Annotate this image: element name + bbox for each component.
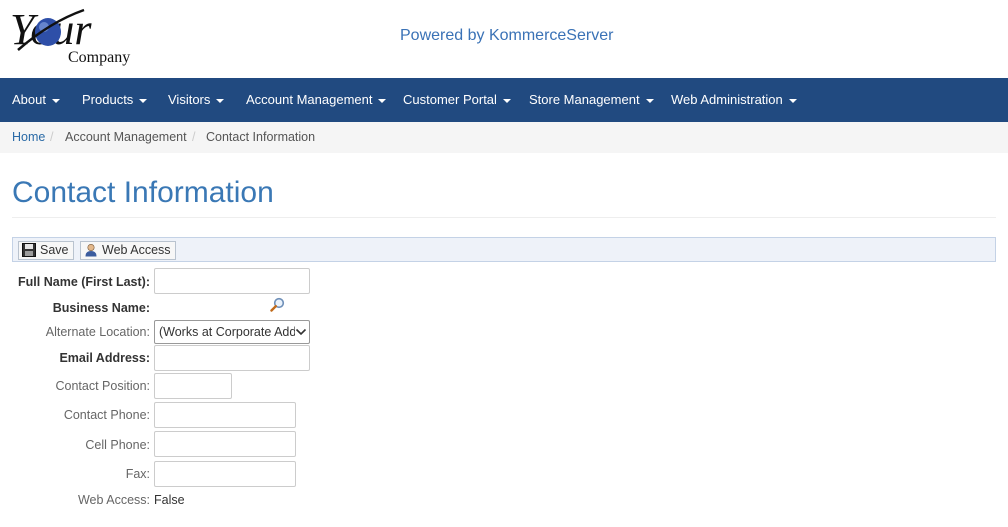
- caret-down-icon: [139, 98, 148, 103]
- fax-label: Fax:: [125, 467, 150, 481]
- company-logo[interactable]: Your Company: [10, 4, 140, 72]
- chevron-down-icon: [295, 328, 307, 336]
- main-navbar: About Products Visitors Account Manageme…: [0, 78, 1008, 122]
- caret-down-icon: [378, 98, 387, 103]
- breadcrumb-current-page: Contact Information: [206, 130, 316, 144]
- web-access-button[interactable]: Web Access: [80, 241, 176, 260]
- full-name-label: Full Name (First Last):: [18, 275, 150, 289]
- nav-item-label: Store Management: [529, 92, 640, 107]
- full-name-field[interactable]: [154, 268, 310, 294]
- floppy-disk-icon: [22, 243, 36, 257]
- fax-field[interactable]: [154, 461, 296, 487]
- nav-item-label: Account Management: [246, 92, 373, 107]
- web-access-value: False: [154, 493, 185, 507]
- alternate-location-select[interactable]: (Works at Corporate Address): [154, 320, 310, 344]
- nav-item-account-management[interactable]: Account Management: [246, 78, 387, 122]
- breadcrumb-separator: /: [50, 130, 54, 144]
- cell-phone-field[interactable]: [154, 431, 296, 457]
- breadcrumb-home-link[interactable]: Home: [12, 122, 45, 153]
- web-access-label: Web Access:: [77, 493, 150, 507]
- page-title: Contact Information: [12, 176, 274, 209]
- caret-down-icon: [51, 98, 60, 103]
- nav-item-label: Visitors: [168, 92, 211, 107]
- breadcrumb-account-management[interactable]: Account Management: [65, 122, 187, 153]
- nav-item-label: Customer Portal: [403, 92, 497, 107]
- contact-position-field[interactable]: [154, 373, 232, 399]
- contact-phone-field[interactable]: [154, 402, 296, 428]
- breadcrumb-separator: /: [192, 130, 196, 144]
- company-logo-graphic: Your Company: [10, 5, 130, 66]
- logo-subtext: Company: [68, 49, 130, 66]
- nav-item-web-administration[interactable]: Web Administration: [671, 78, 797, 122]
- cell-phone-label: Cell Phone:: [85, 438, 150, 452]
- nav-item-label: About: [12, 92, 46, 107]
- nav-item-label: Products: [82, 92, 134, 107]
- business-name-label: Business Name:: [52, 301, 150, 315]
- nav-item-products[interactable]: Products: [82, 78, 148, 122]
- magnifier-icon[interactable]: [270, 297, 285, 312]
- nav-item-about[interactable]: About: [12, 78, 60, 122]
- contact-position-label: Contact Position:: [55, 379, 151, 393]
- title-divider: [12, 217, 996, 218]
- site-header: Your Company Powered by KommerceServer: [0, 0, 1008, 78]
- nav-item-label: Web Administration: [671, 92, 783, 107]
- alternate-location-label: Alternate Location:: [45, 325, 150, 339]
- alternate-location-selected: (Works at Corporate Address): [159, 325, 295, 339]
- caret-down-icon: [502, 98, 511, 103]
- form-toolbar: Save Web Access: [12, 237, 996, 262]
- breadcrumb: Home / Account Management / Contact Info…: [0, 122, 1008, 153]
- web-access-button-label: Web Access: [102, 243, 171, 257]
- caret-down-icon: [788, 98, 797, 103]
- nav-item-store-management[interactable]: Store Management: [529, 78, 654, 122]
- save-button[interactable]: Save: [18, 241, 74, 260]
- contact-phone-label: Contact Phone:: [63, 408, 150, 422]
- caret-down-icon: [216, 98, 225, 103]
- save-button-label: Save: [40, 243, 69, 257]
- user-icon: [85, 243, 97, 257]
- nav-item-customer-portal[interactable]: Customer Portal: [403, 78, 511, 122]
- nav-item-visitors[interactable]: Visitors: [168, 78, 225, 122]
- email-field[interactable]: [154, 345, 310, 371]
- caret-down-icon: [645, 98, 654, 103]
- powered-by-text: Powered by KommerceServer: [400, 27, 614, 44]
- email-address-label: Email Address:: [59, 351, 150, 365]
